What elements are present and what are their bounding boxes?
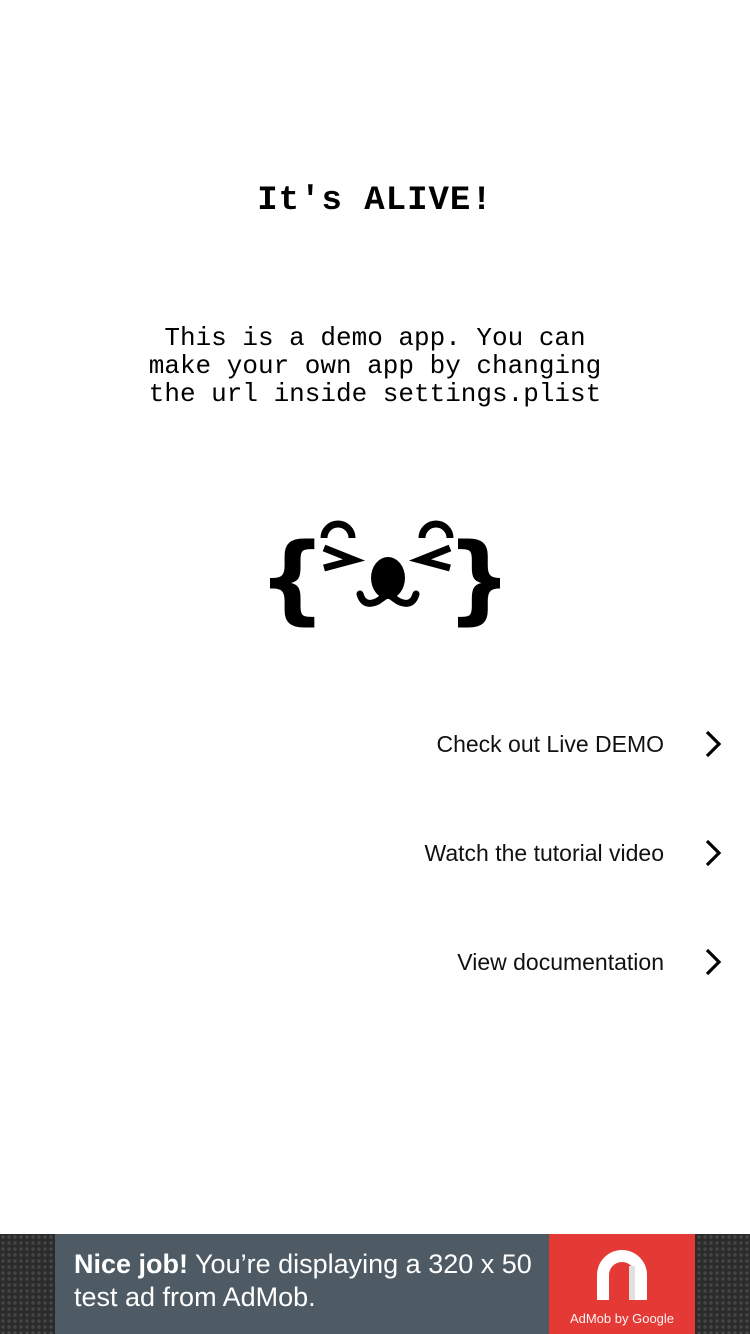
- admob-logo[interactable]: AdMob by Google: [549, 1234, 695, 1334]
- documentation-link-label: View documentation: [457, 948, 664, 975]
- admob-logo-caption: AdMob by Google: [569, 1311, 675, 1326]
- svg-text:}: }: [446, 523, 500, 635]
- admob-logo-icon: [597, 1250, 647, 1300]
- jasonette-face-logo-icon: { }: [258, 520, 500, 635]
- ad-card[interactable]: Nice job! You’re displaying a 320 x 50 t…: [55, 1234, 695, 1334]
- documentation-link[interactable]: View documentation: [0, 932, 750, 992]
- page-title: It's ALIVE!: [257, 182, 493, 220]
- ad-text: Nice job! You’re displaying a 320 x 50 t…: [74, 1248, 544, 1314]
- ad-body-line1: You’re displaying a 320 x 50: [188, 1249, 532, 1279]
- ad-headline: Nice job!: [74, 1249, 189, 1279]
- ad-body-line2: test ad from AdMob.: [74, 1282, 316, 1312]
- chevron-right-icon: [705, 839, 722, 867]
- tutorial-video-link[interactable]: Watch the tutorial video: [0, 823, 750, 883]
- chevron-right-icon: [705, 730, 722, 758]
- ad-banner[interactable]: Nice job! You’re displaying a 320 x 50 t…: [0, 1234, 750, 1334]
- live-demo-link[interactable]: Check out Live DEMO: [0, 714, 750, 774]
- live-demo-link-label: Check out Live DEMO: [436, 730, 664, 757]
- svg-text:{: {: [258, 523, 326, 635]
- tutorial-video-link-label: Watch the tutorial video: [424, 839, 665, 866]
- description-text: This is a demo app. You can make your ow…: [148, 323, 602, 409]
- chevron-right-icon: [705, 948, 722, 976]
